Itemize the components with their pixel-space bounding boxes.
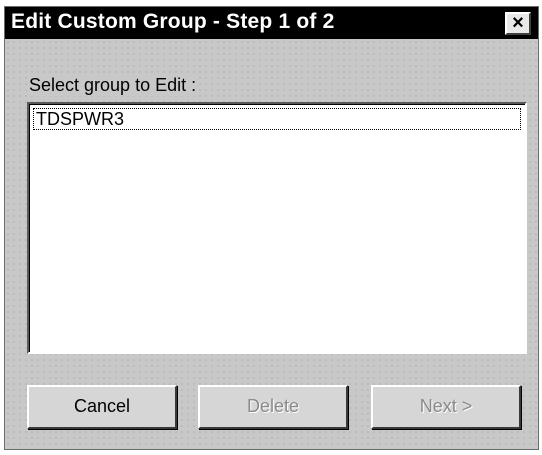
delete-button[interactable]: Delete: [198, 385, 348, 429]
next-button[interactable]: Next >: [371, 385, 521, 429]
close-icon: ×: [512, 12, 524, 34]
close-button[interactable]: ×: [505, 12, 531, 35]
select-group-label: Select group to Edit :: [29, 75, 197, 96]
list-item[interactable]: TDSPWR3: [33, 108, 521, 130]
edit-custom-group-dialog: Edit Custom Group - Step 1 of 2 × Select…: [4, 6, 539, 450]
dialog-title: Edit Custom Group - Step 1 of 2: [11, 10, 335, 33]
dialog-body: Select group to Edit : TDSPWR3 Cancel De…: [5, 39, 538, 449]
cancel-button[interactable]: Cancel: [27, 385, 177, 429]
title-bar: Edit Custom Group - Step 1 of 2 ×: [5, 7, 538, 39]
group-listbox[interactable]: TDSPWR3: [27, 102, 527, 354]
